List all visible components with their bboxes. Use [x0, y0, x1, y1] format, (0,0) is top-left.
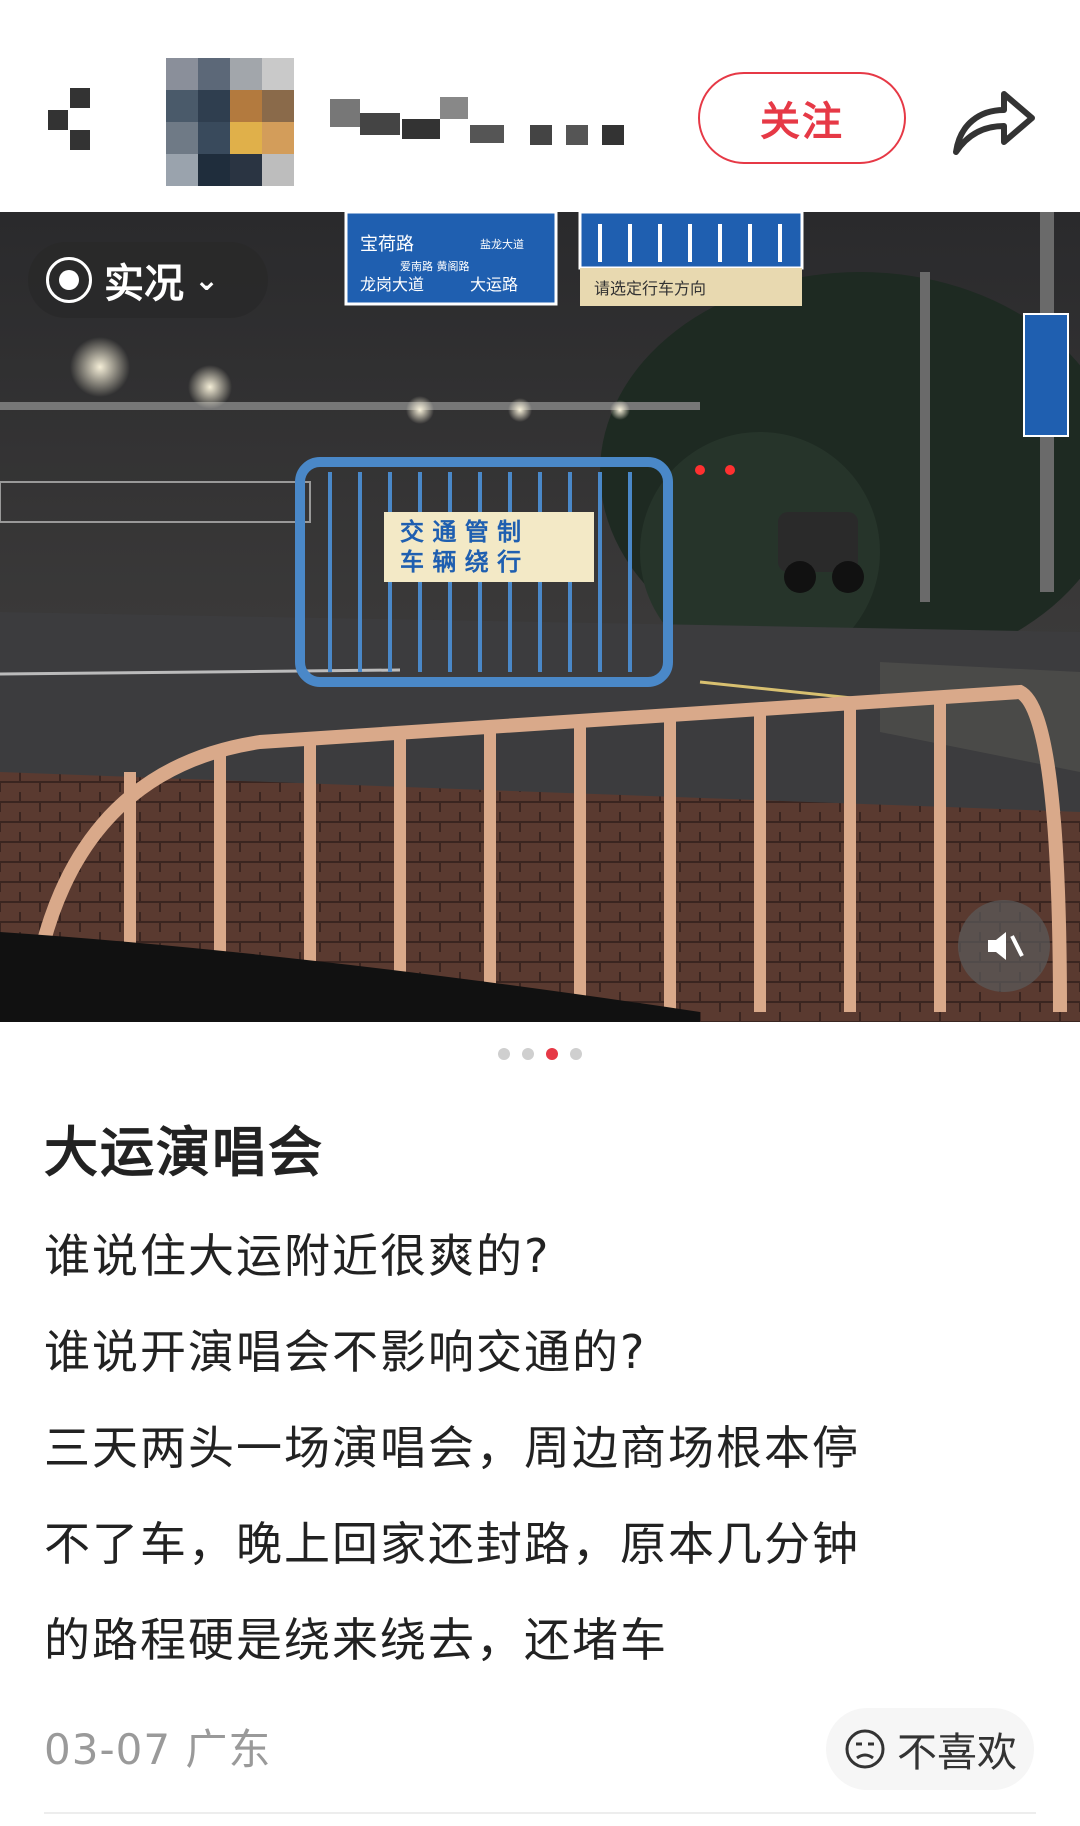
- username-pixelated[interactable]: [330, 95, 630, 155]
- post-line: 的路程硬是绕来绕去，还堵车: [44, 1613, 668, 1667]
- pagination-dot[interactable]: [498, 1048, 510, 1060]
- chevron-down-icon: ⌄: [194, 262, 220, 298]
- share-arrow-icon: [953, 91, 1035, 155]
- svg-text:大运路: 大运路: [470, 275, 518, 294]
- svg-text:爱南路 黄阁路: 爱南路 黄阁路: [400, 259, 470, 273]
- post-photo[interactable]: 宝荷路 龙岗大道 大运路 爱南路 黄阁路 盐龙大道 请选定行车方向 交 通 管 …: [0, 212, 1080, 1022]
- post-line: 谁说住大运附近很爽的?: [44, 1229, 551, 1283]
- post-body: 谁说住大运附近很爽的? 谁说开演唱会不影响交通的? 三天两头一场演唱会，周边商场…: [44, 1208, 1044, 1688]
- post-date-location: 03-07 广东: [44, 1725, 272, 1774]
- live-photo-icon: [46, 257, 92, 303]
- pagination-dot[interactable]: [522, 1048, 534, 1060]
- svg-text:龙岗大道: 龙岗大道: [360, 275, 424, 294]
- divider: [44, 1812, 1036, 1814]
- pagination-dot[interactable]: [570, 1048, 582, 1060]
- dislike-label: 不喜欢: [897, 1730, 1017, 1776]
- post-title: 大运演唱会: [44, 1121, 324, 1184]
- chevron-left-icon: [70, 88, 90, 108]
- post-line: 三天两头一场演唱会，周边商场根本停: [44, 1421, 860, 1475]
- svg-text:宝荷路: 宝荷路: [360, 234, 414, 255]
- back-button[interactable]: [48, 88, 104, 168]
- mute-button[interactable]: [958, 900, 1050, 992]
- night-street-photo: 宝荷路 龙岗大道 大运路 爱南路 黄阁路 盐龙大道 请选定行车方向 交 通 管 …: [0, 212, 1080, 1022]
- speaker-muted-icon: [988, 932, 1024, 960]
- post-line: 不了车，晚上回家还封路，原本几分钟: [44, 1517, 860, 1571]
- post-line: 谁说开演唱会不影响交通的?: [44, 1325, 647, 1379]
- svg-text:请选定行车方向: 请选定行车方向: [594, 279, 706, 298]
- svg-text:车 辆 绕 行: 车 辆 绕 行: [400, 548, 521, 576]
- post-header: 关注: [0, 0, 1080, 212]
- pagination-dot-active[interactable]: [546, 1048, 558, 1060]
- frown-face-icon: [845, 1729, 885, 1769]
- svg-text:交 通 管 制: 交 通 管 制: [400, 518, 521, 546]
- live-label: 实况: [104, 261, 184, 307]
- follow-button[interactable]: 关注: [698, 72, 906, 164]
- avatar[interactable]: [166, 58, 294, 186]
- svg-text:盐龙大道: 盐龙大道: [480, 237, 524, 251]
- image-pagination: [0, 1048, 1080, 1060]
- dislike-button[interactable]: 不喜欢: [826, 1708, 1034, 1790]
- live-photo-badge[interactable]: 实况 ⌄: [28, 242, 268, 318]
- share-button[interactable]: [942, 72, 1042, 172]
